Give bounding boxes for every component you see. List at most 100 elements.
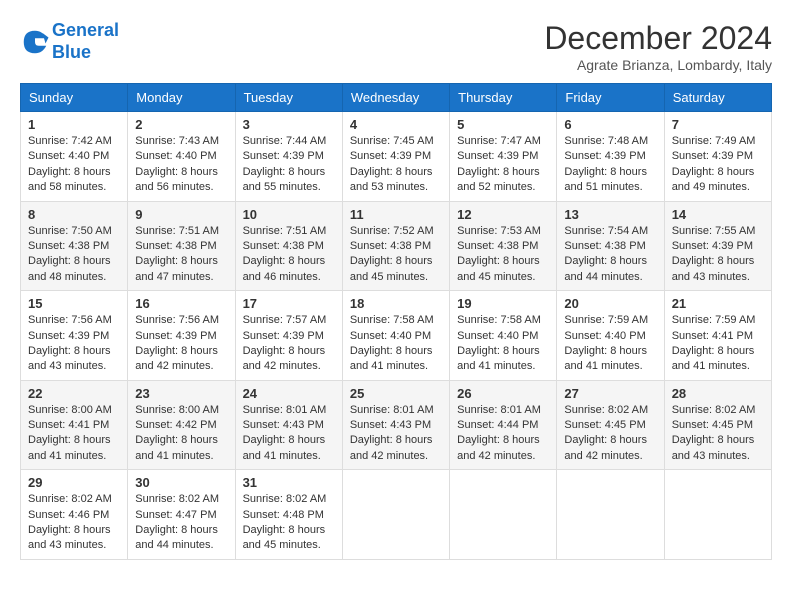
day-cell-17: 17Sunrise: 7:57 AMSunset: 4:39 PMDayligh… — [235, 291, 342, 381]
day-cell-6: 6 Sunrise: 7:48 AMSunset: 4:39 PMDaylight… — [557, 112, 664, 202]
logo-icon — [20, 27, 50, 57]
col-monday: Monday — [128, 84, 235, 112]
day-number: 13 — [564, 207, 656, 222]
day-number: 27 — [564, 386, 656, 401]
location: Agrate Brianza, Lombardy, Italy — [544, 57, 772, 73]
cell-info: Sunrise: 7:50 AMSunset: 4:38 PMDaylight:… — [28, 224, 120, 286]
cell-info: Sunrise: 7:59 AMSunset: 4:41 PMDaylight:… — [672, 313, 764, 375]
day-cell-13: 13Sunrise: 7:54 AMSunset: 4:38 PMDayligh… — [557, 201, 664, 291]
day-number: 22 — [28, 386, 120, 401]
cell-info: Sunrise: 7:51 AMSunset: 4:38 PMDaylight:… — [243, 224, 335, 286]
empty-cell — [664, 470, 771, 560]
day-cell-10: 10 Sunrise: 7:51 AMSunset: 4:38 PMDayligh… — [235, 201, 342, 291]
cell-info: Sunrise: 8:02 AMSunset: 4:46 PMDaylight:… — [28, 492, 120, 554]
cell-info: Sunrise: 8:01 AMSunset: 4:44 PMDaylight:… — [457, 403, 549, 465]
cell-info: Sunrise: 8:00 AMSunset: 4:41 PMDaylight:… — [28, 403, 120, 465]
day-number: 31 — [243, 475, 335, 490]
day-cell-7: 7 Sunrise: 7:49 AMSunset: 4:39 PMDaylight… — [664, 112, 771, 202]
cell-info: Sunrise: 7:52 AMSunset: 4:38 PMDaylight:… — [350, 224, 442, 286]
day-cell-25: 25 Sunrise: 8:01 AMSunset: 4:43 PMDayligh… — [342, 380, 449, 470]
day-cell-20: 20 Sunrise: 7:59 AMSunset: 4:40 PMDayligh… — [557, 291, 664, 381]
logo-text: General Blue — [52, 20, 119, 63]
cell-info: Sunrise: 7:59 AMSunset: 4:40 PMDaylight:… — [564, 313, 656, 375]
cell-info: Sunrise: 7:49 AMSunset: 4:39 PMDaylight:… — [672, 134, 764, 196]
day-cell-3: 3Sunrise: 7:44 AMSunset: 4:39 PMDaylight… — [235, 112, 342, 202]
cell-info: Sunrise: 7:44 AMSunset: 4:39 PMDaylight:… — [243, 134, 335, 196]
day-number: 11 — [350, 207, 442, 222]
day-number: 28 — [672, 386, 764, 401]
calendar-week-5: 29 Sunrise: 8:02 AMSunset: 4:46 PMDayligh… — [21, 470, 772, 560]
day-cell-21: 21 Sunrise: 7:59 AMSunset: 4:41 PMDayligh… — [664, 291, 771, 381]
header-row: Sunday Monday Tuesday Wednesday Thursday… — [21, 84, 772, 112]
day-cell-22: 22 Sunrise: 8:00 AMSunset: 4:41 PMDayligh… — [21, 380, 128, 470]
day-number: 18 — [350, 296, 442, 311]
cell-info: Sunrise: 8:02 AMSunset: 4:45 PMDaylight:… — [672, 403, 764, 465]
col-sunday: Sunday — [21, 84, 128, 112]
day-cell-31: 31 Sunrise: 8:02 AMSunset: 4:48 PMDayligh… — [235, 470, 342, 560]
cell-info: Sunrise: 7:51 AMSunset: 4:38 PMDaylight:… — [135, 224, 227, 286]
day-number: 21 — [672, 296, 764, 311]
cell-info: Sunrise: 7:56 AMSunset: 4:39 PMDaylight:… — [135, 313, 227, 375]
day-cell-23: 23 Sunrise: 8:00 AMSunset: 4:42 PMDayligh… — [128, 380, 235, 470]
day-number: 10 — [243, 207, 335, 222]
col-saturday: Saturday — [664, 84, 771, 112]
day-number: 15 — [28, 296, 120, 311]
day-number: 4 — [350, 117, 442, 132]
day-cell-15: 15 Sunrise: 7:56 AMSunset: 4:39 PMDayligh… — [21, 291, 128, 381]
col-tuesday: Tuesday — [235, 84, 342, 112]
calendar-week-1: 1Sunrise: 7:42 AMSunset: 4:40 PMDaylight… — [21, 112, 772, 202]
day-cell-2: 2 Sunrise: 7:43 AMSunset: 4:40 PMDaylight… — [128, 112, 235, 202]
cell-info: Sunrise: 8:00 AMSunset: 4:42 PMDaylight:… — [135, 403, 227, 465]
cell-info: Sunrise: 8:01 AMSunset: 4:43 PMDaylight:… — [350, 403, 442, 465]
cell-info: Sunrise: 8:02 AMSunset: 4:48 PMDaylight:… — [243, 492, 335, 554]
day-cell-4: 4 Sunrise: 7:45 AMSunset: 4:39 PMDaylight… — [342, 112, 449, 202]
cell-info: Sunrise: 8:02 AMSunset: 4:45 PMDaylight:… — [564, 403, 656, 465]
title-block: December 2024 Agrate Brianza, Lombardy, … — [544, 20, 772, 73]
day-cell-24: 24Sunrise: 8:01 AMSunset: 4:43 PMDayligh… — [235, 380, 342, 470]
day-cell-14: 14Sunrise: 7:55 AMSunset: 4:39 PMDayligh… — [664, 201, 771, 291]
calendar-week-4: 22 Sunrise: 8:00 AMSunset: 4:41 PMDayligh… — [21, 380, 772, 470]
day-number: 25 — [350, 386, 442, 401]
cell-info: Sunrise: 8:02 AMSunset: 4:47 PMDaylight:… — [135, 492, 227, 554]
day-cell-1: 1Sunrise: 7:42 AMSunset: 4:40 PMDaylight… — [21, 112, 128, 202]
day-number: 7 — [672, 117, 764, 132]
day-cell-19: 19 Sunrise: 7:58 AMSunset: 4:40 PMDayligh… — [450, 291, 557, 381]
month-title: December 2024 — [544, 20, 772, 57]
day-cell-26: 26 Sunrise: 8:01 AMSunset: 4:44 PMDayligh… — [450, 380, 557, 470]
day-number: 17 — [243, 296, 335, 311]
day-number: 5 — [457, 117, 549, 132]
col-thursday: Thursday — [450, 84, 557, 112]
cell-info: Sunrise: 7:53 AMSunset: 4:38 PMDaylight:… — [457, 224, 549, 286]
day-cell-27: 27 Sunrise: 8:02 AMSunset: 4:45 PMDayligh… — [557, 380, 664, 470]
cell-info: Sunrise: 7:58 AMSunset: 4:40 PMDaylight:… — [350, 313, 442, 375]
calendar-week-3: 15 Sunrise: 7:56 AMSunset: 4:39 PMDayligh… — [21, 291, 772, 381]
day-number: 19 — [457, 296, 549, 311]
day-cell-12: 12 Sunrise: 7:53 AMSunset: 4:38 PMDayligh… — [450, 201, 557, 291]
cell-info: Sunrise: 7:45 AMSunset: 4:39 PMDaylight:… — [350, 134, 442, 196]
day-number: 23 — [135, 386, 227, 401]
day-cell-16: 16Sunrise: 7:56 AMSunset: 4:39 PMDayligh… — [128, 291, 235, 381]
day-number: 1 — [28, 117, 120, 132]
cell-info: Sunrise: 7:43 AMSunset: 4:40 PMDaylight:… — [135, 134, 227, 196]
empty-cell — [450, 470, 557, 560]
cell-info: Sunrise: 7:58 AMSunset: 4:40 PMDaylight:… — [457, 313, 549, 375]
day-cell-29: 29 Sunrise: 8:02 AMSunset: 4:46 PMDayligh… — [21, 470, 128, 560]
logo: General Blue — [20, 20, 119, 63]
calendar-week-2: 8 Sunrise: 7:50 AMSunset: 4:38 PMDaylight… — [21, 201, 772, 291]
day-number: 6 — [564, 117, 656, 132]
day-number: 8 — [28, 207, 120, 222]
day-cell-18: 18 Sunrise: 7:58 AMSunset: 4:40 PMDayligh… — [342, 291, 449, 381]
day-cell-11: 11 Sunrise: 7:52 AMSunset: 4:38 PMDayligh… — [342, 201, 449, 291]
day-cell-8: 8 Sunrise: 7:50 AMSunset: 4:38 PMDaylight… — [21, 201, 128, 291]
day-number: 26 — [457, 386, 549, 401]
day-cell-30: 30 Sunrise: 8:02 AMSunset: 4:47 PMDayligh… — [128, 470, 235, 560]
day-number: 29 — [28, 475, 120, 490]
day-number: 20 — [564, 296, 656, 311]
cell-info: Sunrise: 7:48 AMSunset: 4:39 PMDaylight:… — [564, 134, 656, 196]
day-cell-28: 28 Sunrise: 8:02 AMSunset: 4:45 PMDayligh… — [664, 380, 771, 470]
cell-info: Sunrise: 7:56 AMSunset: 4:39 PMDaylight:… — [28, 313, 120, 375]
day-number: 30 — [135, 475, 227, 490]
day-number: 2 — [135, 117, 227, 132]
day-number: 12 — [457, 207, 549, 222]
page-header: General Blue December 2024 Agrate Brianz… — [20, 20, 772, 73]
